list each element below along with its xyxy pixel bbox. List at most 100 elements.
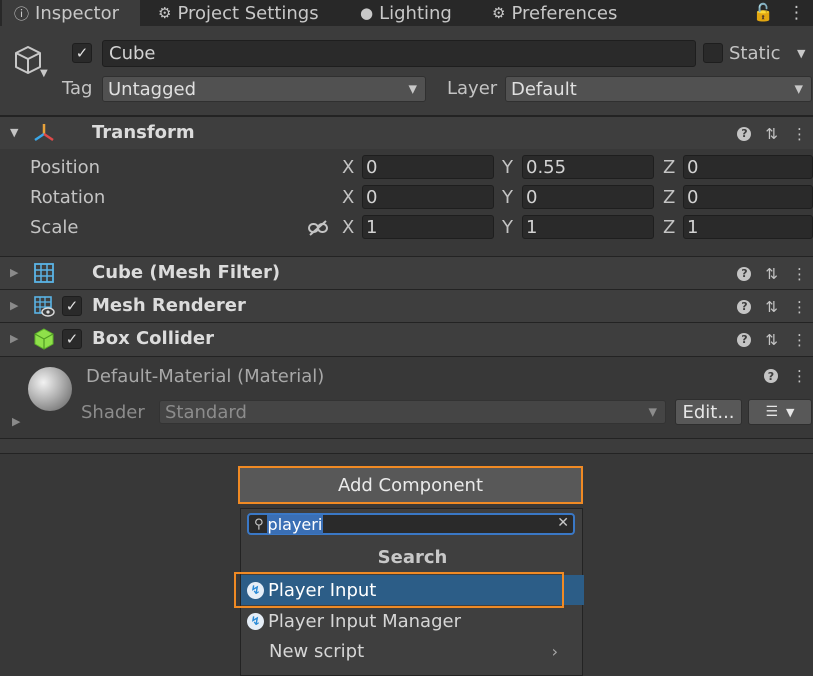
axis-z-label[interactable]: Z [663, 157, 675, 178]
tab-project-settings[interactable]: ⚙ Project Settings [146, 0, 331, 26]
kebab-menu-icon[interactable]: ⋮ [792, 265, 807, 283]
help-icon[interactable]: ? [737, 266, 752, 281]
kebab-menu-icon[interactable]: ⋮ [792, 367, 807, 385]
preset-sliders-icon[interactable]: ⇅ [765, 331, 778, 349]
search-query[interactable]: playeri [266, 514, 324, 534]
fold-collapsed-icon[interactable]: ▶ [10, 266, 18, 279]
search-icon: ⚲ [254, 516, 264, 532]
kebab-menu-icon[interactable]: ⋮ [792, 298, 807, 316]
tab-preferences[interactable]: ⚙ Preferences [480, 0, 629, 26]
list-icon: ☰ [765, 404, 779, 420]
axis-y-label[interactable]: Y [502, 187, 513, 208]
more-menu-icon[interactable]: ⋮ [788, 3, 805, 23]
gear-icon: ⚙ [492, 4, 506, 22]
position-z-field[interactable]: 0 [683, 155, 813, 179]
selection-highlight-box [234, 572, 564, 608]
box-collider-header[interactable]: ▶ ✓ Box Collider ? ⇅ ⋮ [0, 322, 813, 356]
shader-dropdown[interactable]: Standard ▼ [159, 400, 666, 424]
fold-collapsed-icon[interactable]: ▶ [12, 415, 20, 428]
axis-z-label[interactable]: Z [663, 217, 675, 238]
axis-x-label[interactable]: X [342, 157, 354, 178]
rotation-y-field[interactable]: 0 [522, 185, 654, 209]
static-checkbox[interactable] [703, 43, 723, 63]
fold-expanded-icon[interactable]: ▼ [10, 126, 18, 139]
position-x-field[interactable]: 0 [362, 155, 494, 179]
material-preview-sphere [28, 367, 72, 411]
add-component-button[interactable]: Add Component [238, 466, 583, 504]
material-section: ▶ Default-Material (Material) ? ⋮ Shader… [0, 356, 813, 438]
help-icon[interactable]: ? [737, 332, 752, 347]
rotation-x-field[interactable]: 0 [362, 185, 494, 209]
shader-label: Shader [81, 402, 145, 423]
tag-dropdown[interactable]: Untagged ▼ [102, 76, 426, 102]
scale-z-field[interactable]: 1 [683, 215, 813, 239]
mesh-renderer-title: Mesh Renderer [92, 295, 246, 316]
list-item-player-input-manager[interactable]: ↯ Player Input Manager [241, 606, 584, 636]
list-item-new-script[interactable]: New script › [241, 636, 584, 666]
popup-section-title: Search [377, 547, 448, 568]
mesh-renderer-icon [34, 296, 55, 317]
help-icon[interactable]: ? [737, 126, 752, 141]
transform-title: Transform [92, 122, 195, 143]
preset-sliders-icon[interactable]: ⇅ [765, 265, 778, 283]
chevron-down-icon: ▼ [786, 405, 795, 419]
component-search-input[interactable]: ⚲ playeri ✕ [247, 513, 575, 535]
mesh-renderer-header[interactable]: ▶ ✓ Mesh Renderer ? ⇅ ⋮ [0, 289, 813, 322]
chevron-right-icon: › [551, 641, 558, 661]
axis-y-label[interactable]: Y [502, 217, 513, 238]
box-collider-enabled-checkbox[interactable]: ✓ [62, 329, 82, 349]
layer-label: Layer [447, 78, 498, 99]
kebab-menu-icon[interactable]: ⋮ [792, 331, 807, 349]
material-name: Default-Material (Material) [86, 366, 325, 387]
axis-x-label[interactable]: X [342, 217, 354, 238]
constrain-proportions-icon[interactable] [307, 219, 329, 237]
object-header: ▼ ✓ Cube Static ▼ Tag Untagged ▼ Layer D… [0, 26, 813, 116]
axis-y-label[interactable]: Y [502, 157, 513, 178]
tab-inspector[interactable]: ⓘ Inspector [2, 0, 140, 26]
box-collider-title: Box Collider [92, 328, 215, 349]
position-label: Position [30, 157, 101, 178]
help-icon[interactable]: ? [737, 299, 752, 314]
transform-body: Position X 0 Y 0.55 Z 0 Rotation X 0 Y 0… [0, 150, 813, 256]
input-system-icon: ↯ [247, 612, 264, 630]
edit-shader-button[interactable]: Edit... [675, 399, 742, 425]
axis-x-label[interactable]: X [342, 187, 354, 208]
close-icon[interactable]: ✕ [557, 515, 569, 531]
rotation-label: Rotation [30, 187, 106, 208]
active-checkbox[interactable]: ✓ [72, 43, 92, 63]
lock-icon[interactable]: 🔓 [753, 3, 774, 23]
scale-label: Scale [30, 217, 79, 238]
fold-collapsed-icon[interactable]: ▶ [10, 332, 18, 345]
mesh-filter-title: Cube (Mesh Filter) [92, 262, 281, 283]
gear-icon: ⚙ [158, 4, 172, 22]
mesh-filter-icon [34, 263, 54, 283]
divider [0, 438, 813, 454]
scale-y-field[interactable]: 1 [522, 215, 654, 239]
chevron-down-icon: ▼ [648, 405, 657, 419]
info-icon: ⓘ [14, 4, 30, 23]
kebab-menu-icon[interactable]: ⋮ [792, 125, 807, 143]
preset-sliders-icon[interactable]: ⇅ [765, 298, 778, 316]
transform-header[interactable]: ▼ Transform ? ⇅ ⋮ [0, 116, 813, 149]
mesh-renderer-enabled-checkbox[interactable]: ✓ [62, 296, 82, 316]
tab-bar: ⓘ Inspector ⚙ Project Settings ● Lightin… [0, 0, 813, 26]
preset-sliders-icon[interactable]: ⇅ [765, 125, 778, 143]
bulb-icon: ● [360, 4, 374, 22]
scale-x-field[interactable]: 1 [362, 215, 494, 239]
transform-icon [34, 124, 54, 142]
object-name-field[interactable]: Cube [102, 40, 696, 67]
tag-label: Tag [62, 78, 93, 99]
box-collider-icon [34, 328, 54, 350]
position-y-field[interactable]: 0.55 [522, 155, 654, 179]
layer-dropdown[interactable]: Default ▼ [505, 76, 812, 102]
rotation-z-field[interactable]: 0 [683, 185, 813, 209]
static-label: Static [729, 43, 781, 64]
mesh-filter-header[interactable]: ▶ Cube (Mesh Filter) ? ⇅ ⋮ [0, 256, 813, 289]
axis-z-label[interactable]: Z [663, 187, 675, 208]
tab-lighting[interactable]: ● Lighting [348, 0, 464, 26]
static-dropdown-arrow[interactable]: ▼ [797, 47, 805, 60]
shader-options-button[interactable]: ☰ ▼ [748, 399, 812, 425]
fold-collapsed-icon[interactable]: ▶ [10, 299, 18, 312]
help-icon[interactable]: ? [764, 369, 778, 383]
icon-dropdown-arrow[interactable]: ▼ [40, 68, 48, 79]
